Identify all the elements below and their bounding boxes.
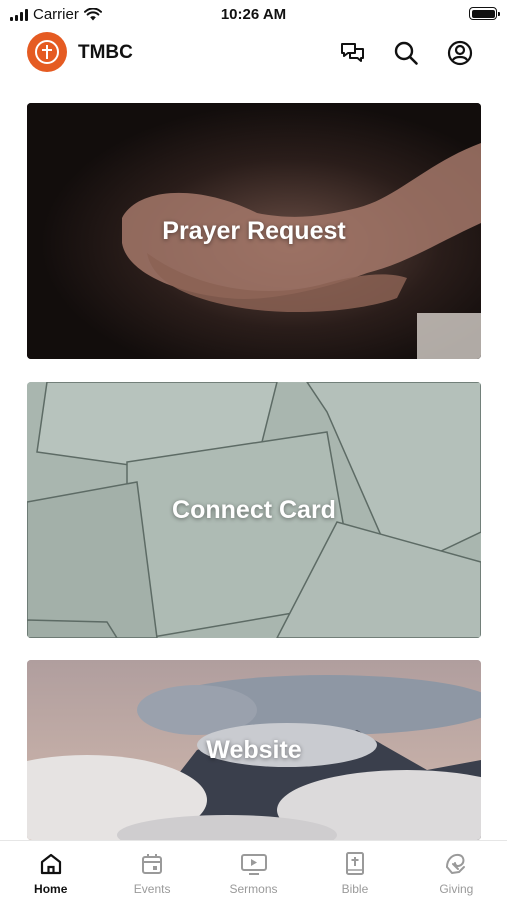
card-title: Connect Card [172,495,336,524]
tab-bible[interactable]: Bible [304,841,405,900]
app-title: TMBC [78,42,133,63]
chat-bubbles-icon[interactable] [338,38,368,68]
app-header: TMBC [0,28,507,80]
tab-label: Sermons [229,882,278,896]
card-title: Prayer Request [162,216,346,245]
search-icon[interactable] [391,38,421,68]
tab-label: Home [34,882,68,896]
tab-label: Bible [341,882,369,896]
connect-card-card[interactable]: Connect Card [27,382,481,638]
prayer-request-card[interactable]: Prayer Request [27,103,481,359]
tab-giving[interactable]: Giving [406,841,507,900]
bible-icon [341,850,369,878]
home-icon [37,850,65,878]
account-icon[interactable] [445,38,475,68]
church-logo-icon[interactable] [27,32,67,72]
tab-sermons[interactable]: Sermons [203,841,304,900]
battery-icon [469,7,500,20]
giving-icon [442,850,470,878]
status-time: 10:26 AM [220,6,287,23]
tab-events[interactable]: Events [101,841,202,900]
tab-label: Events [133,882,171,896]
video-icon [240,850,268,878]
bottom-tab-bar: Home Events Sermons Bible Giving [0,840,507,900]
tab-label: Giving [439,882,474,896]
card-title: Website [206,735,302,764]
website-card[interactable]: Website [27,660,481,840]
calendar-icon [138,850,166,878]
tab-home[interactable]: Home [0,841,101,900]
status-bar: Carrier 10:26 AM [0,0,507,28]
